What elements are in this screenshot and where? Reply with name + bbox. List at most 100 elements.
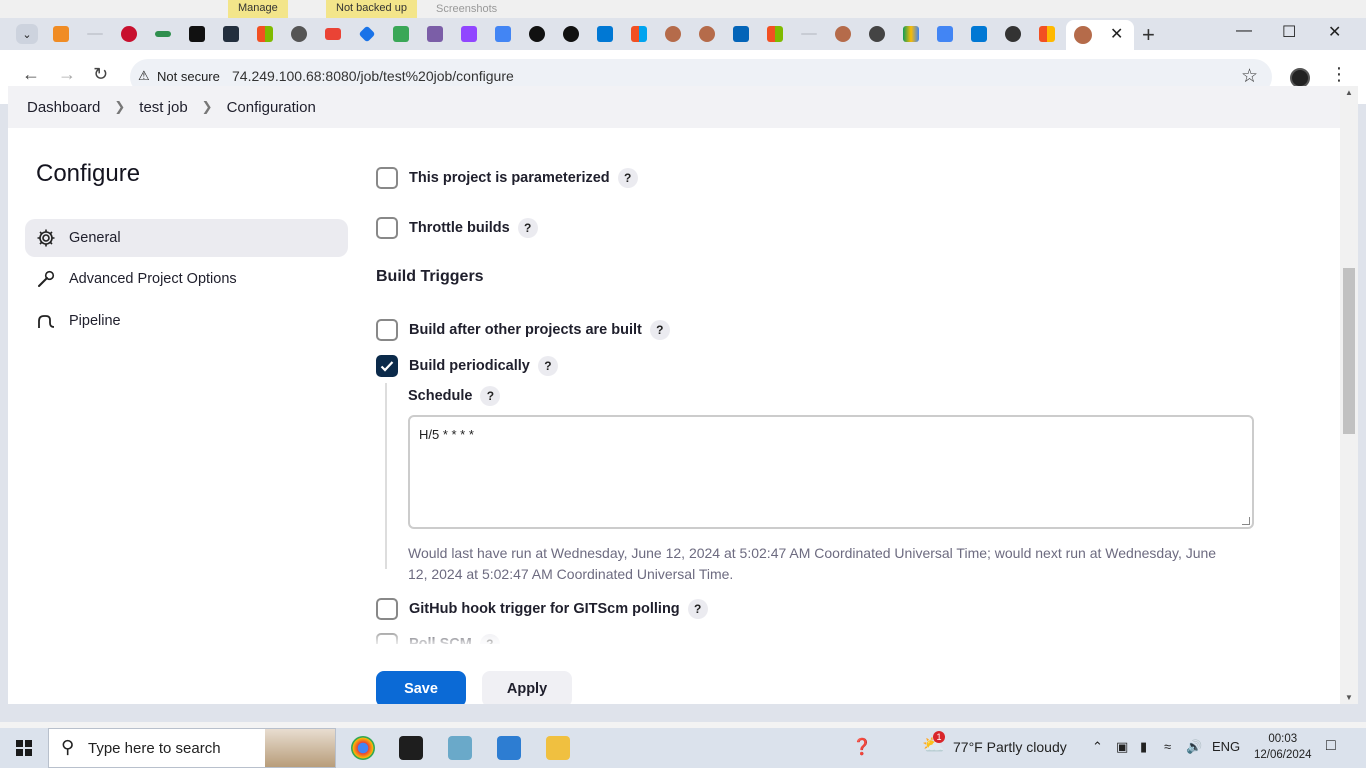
build-periodically-label[interactable]: Build periodically <box>409 358 530 374</box>
page-scrollbar[interactable]: ▲ ▼ <box>1340 86 1358 704</box>
tab-icon-ms-3[interactable] <box>758 22 792 46</box>
tab-icon-azure-2[interactable] <box>962 22 996 46</box>
wifi-icon[interactable]: ≈ <box>1164 739 1171 754</box>
terminal-taskbar-icon[interactable] <box>399 736 423 760</box>
tab-icon-twitch[interactable] <box>452 22 486 46</box>
weather-text[interactable]: 77°F Partly cloudy <box>953 739 1067 755</box>
tab-icon-jenkins-2[interactable] <box>690 22 724 46</box>
breadcrumb-chevron-icon: ❯ <box>114 99 126 114</box>
jenkins-favicon-icon <box>1074 26 1092 44</box>
security-label[interactable]: Not secure <box>157 69 220 84</box>
tab-icon-github-2[interactable] <box>554 22 588 46</box>
apply-button[interactable]: Apply <box>482 671 572 704</box>
github-hook-label[interactable]: GitHub hook trigger for GITScm polling <box>409 601 680 617</box>
photos-taskbar-icon[interactable] <box>497 736 521 760</box>
tab-icon-gmail[interactable] <box>316 22 350 46</box>
tab-icon-3[interactable] <box>112 22 146 46</box>
breadcrumb-test-job[interactable]: test job <box>139 99 187 116</box>
tab-icon-openai[interactable] <box>996 22 1030 46</box>
throttle-checkbox[interactable] <box>376 217 398 239</box>
github-hook-checkbox[interactable] <box>376 598 398 620</box>
tab-icon-jenkins-1[interactable] <box>656 22 690 46</box>
sidebar-item-general[interactable]: General <box>25 219 348 257</box>
browser-menu-icon[interactable]: ⋮ <box>1330 64 1348 85</box>
profile-avatar[interactable] <box>1290 68 1310 88</box>
tab-icon-jenkins-3[interactable] <box>826 22 860 46</box>
scroll-up-icon[interactable]: ▲ <box>1345 88 1353 97</box>
battery-icon[interactable]: ▮ <box>1140 739 1147 755</box>
help-button[interactable]: ? <box>617 168 638 188</box>
sidebar-item-advanced[interactable]: Advanced Project Options <box>25 260 348 298</box>
help-button[interactable]: ? <box>687 599 708 619</box>
tab-icon-diamond[interactable] <box>350 22 384 46</box>
sidebar-item-pipeline[interactable]: Pipeline <box>25 302 348 340</box>
maximize-icon[interactable]: ☐ <box>1282 22 1296 42</box>
parameterized-checkbox[interactable] <box>376 167 398 189</box>
taskbar-search[interactable]: ⚲ Type here to search <box>48 728 336 768</box>
scroll-down-icon[interactable]: ▼ <box>1345 693 1353 702</box>
reload-icon[interactable]: ↻ <box>93 64 108 85</box>
build-after-label[interactable]: Build after other projects are built <box>409 322 642 338</box>
tab-icon-ms[interactable] <box>248 22 282 46</box>
clock[interactable]: 00:03 12/06/2024 <box>1254 731 1312 763</box>
help-tray-icon[interactable]: ❓ <box>852 737 872 757</box>
scrollbar-thumb[interactable] <box>1343 268 1355 434</box>
bookmark-star-icon[interactable]: ☆ <box>1241 65 1258 88</box>
minimize-icon[interactable]: — <box>1236 22 1252 40</box>
taskbar-search-placeholder[interactable]: Type here to search <box>88 740 221 757</box>
windows-start-icon[interactable] <box>16 740 32 756</box>
schedule-textarea[interactable]: H/5 * * * * <box>408 415 1254 529</box>
tab-icon-outlook[interactable] <box>724 22 758 46</box>
tab-icon-cube[interactable] <box>418 22 452 46</box>
tab-icon-docs-2[interactable] <box>928 22 962 46</box>
tab-icon-5[interactable] <box>180 22 214 46</box>
tab-icon-globe[interactable] <box>282 22 316 46</box>
tab-icon-drive[interactable] <box>894 22 928 46</box>
close-tab-icon[interactable]: ✕ <box>1110 24 1123 44</box>
tab-icon-github-1[interactable] <box>520 22 554 46</box>
tab-icon-aws[interactable] <box>214 22 248 46</box>
parameterized-label[interactable]: This project is parameterized <box>409 170 610 186</box>
tab-icon-1[interactable] <box>44 22 78 46</box>
new-tab-icon[interactable]: + <box>1142 22 1155 48</box>
warning-icon[interactable]: ⚠ <box>138 68 150 84</box>
forward-icon[interactable]: → <box>58 64 76 85</box>
volume-icon[interactable]: 🔊 <box>1186 739 1202 755</box>
save-button[interactable]: Save <box>376 671 466 704</box>
close-window-icon[interactable]: ✕ <box>1328 22 1341 42</box>
tab-icon-chrome[interactable] <box>860 22 894 46</box>
gear-icon <box>35 227 57 249</box>
help-button[interactable]: ? <box>537 356 558 376</box>
tab-icon-2[interactable] <box>78 22 112 46</box>
url-text[interactable]: 74.249.100.68:8080/job/test%20job/config… <box>232 68 514 84</box>
active-tab[interactable]: ✕ <box>1066 20 1134 50</box>
notepad-taskbar-icon[interactable] <box>448 736 472 760</box>
tab-icon-azure-1[interactable] <box>588 22 622 46</box>
language-indicator[interactable]: ENG <box>1212 739 1240 754</box>
help-button[interactable]: ? <box>649 320 670 340</box>
chevron-up-icon[interactable]: ⌃ <box>1092 739 1103 755</box>
file-explorer-taskbar-icon[interactable] <box>546 736 570 760</box>
help-button[interactable]: ? <box>517 218 538 238</box>
parameterized-option: This project is parameterized ? <box>376 167 638 189</box>
build-periodically-checkbox[interactable] <box>376 355 398 377</box>
schedule-value[interactable]: H/5 * * * * <box>419 427 474 442</box>
build-after-checkbox[interactable] <box>376 319 398 341</box>
tab-icon-dash[interactable] <box>792 22 826 46</box>
breadcrumb-configuration[interactable]: Configuration <box>227 99 316 116</box>
back-icon[interactable]: ← <box>22 64 40 85</box>
tab-icon-ms-4[interactable] <box>1030 22 1064 46</box>
schedule-info: Would last have run at Wednesday, June 1… <box>408 545 1217 582</box>
tab-search-button[interactable]: ⌄ <box>16 24 38 44</box>
tab-icon-ms-2[interactable] <box>622 22 656 46</box>
notifications-icon[interactable]: □ <box>1326 737 1336 755</box>
meet-now-icon[interactable]: ▣ <box>1116 739 1128 755</box>
breadcrumb-dashboard[interactable]: Dashboard <box>27 99 100 116</box>
tab-icon-4[interactable] <box>146 22 180 46</box>
tab-icon-docs[interactable] <box>486 22 520 46</box>
resize-handle-icon[interactable] <box>1242 517 1250 525</box>
tab-icon-bug[interactable] <box>384 22 418 46</box>
throttle-label[interactable]: Throttle builds <box>409 220 510 236</box>
help-button[interactable]: ? <box>480 386 501 406</box>
chrome-taskbar-icon[interactable] <box>351 736 375 760</box>
